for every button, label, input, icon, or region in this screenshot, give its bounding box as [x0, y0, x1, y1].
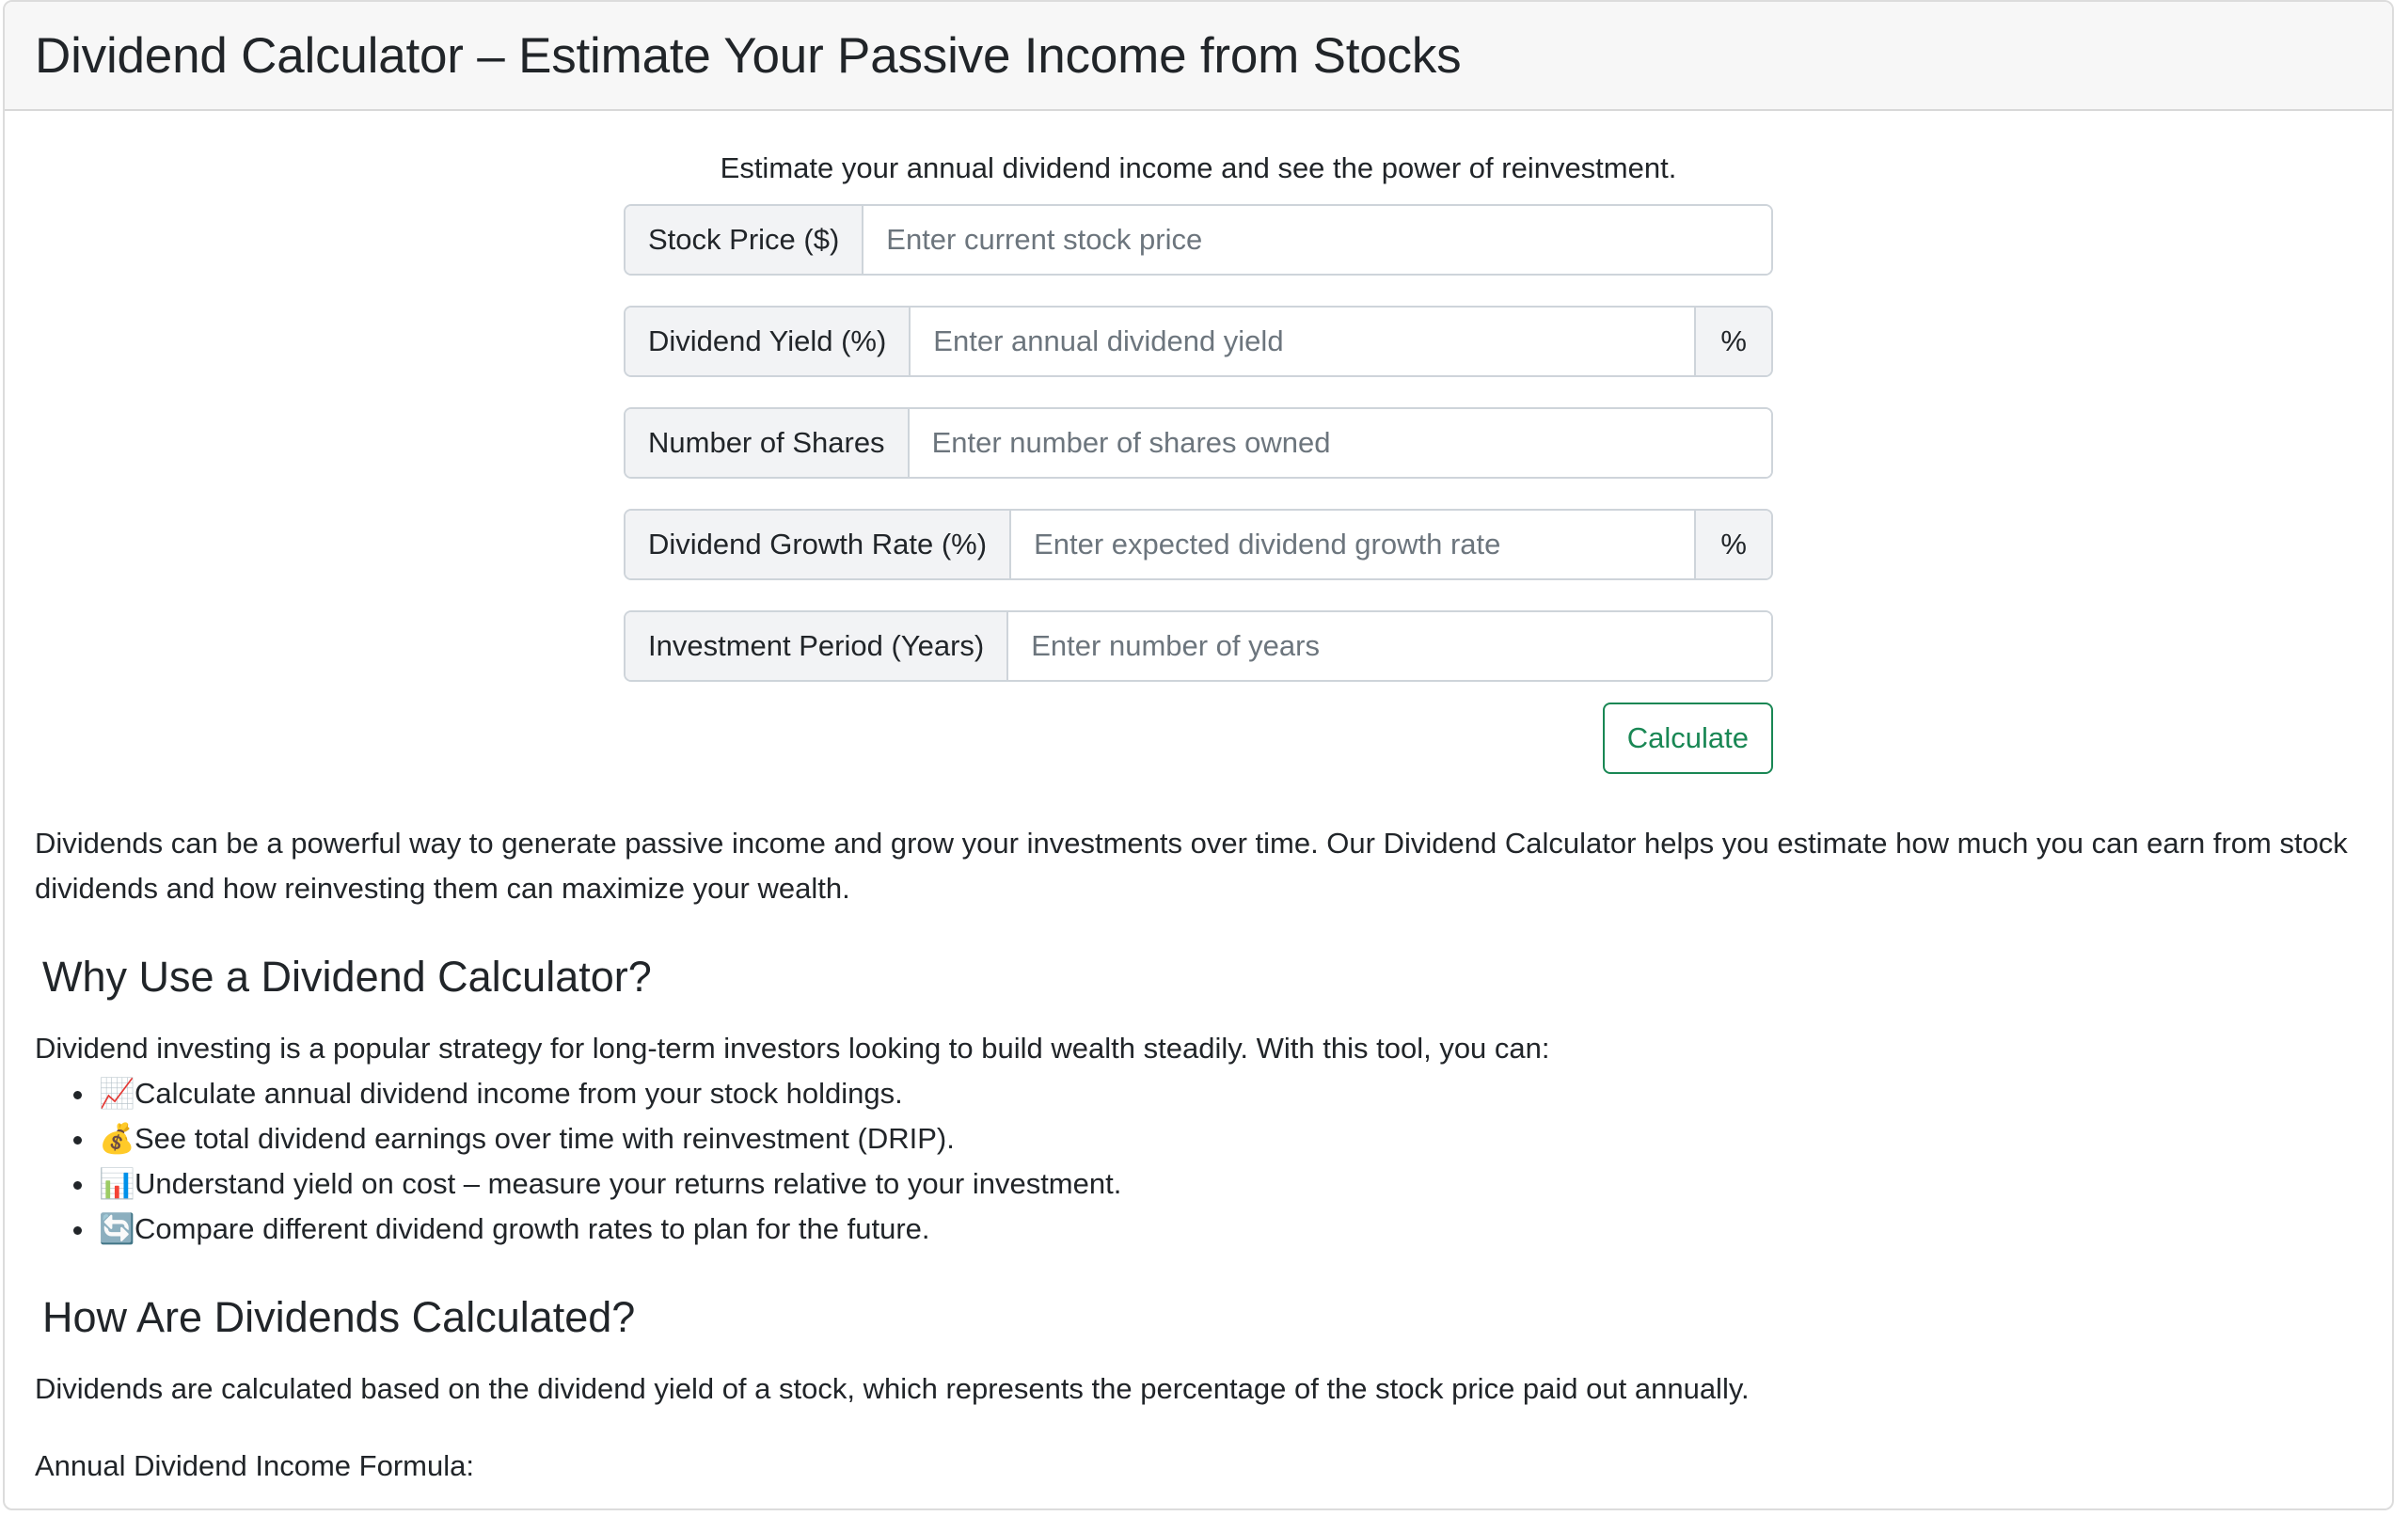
shares-label: Number of Shares: [626, 409, 910, 478]
intro-text: Estimate your annual dividend income and…: [720, 151, 1677, 184]
dividend-yield-percent-suffix: %: [1694, 308, 1771, 376]
repeat-arrows-icon: 🔄: [99, 1212, 135, 1247]
list-item: 💰See total dividend earnings over time w…: [97, 1116, 2362, 1161]
formula-label: Annual Dividend Income Formula:: [35, 1449, 474, 1483]
features-list: 📈Calculate annual dividend income from y…: [35, 1071, 2362, 1252]
how-paragraph: Dividends are calculated based on the di…: [35, 1372, 1750, 1406]
period-group: Investment Period (Years): [624, 610, 1773, 683]
bar-chart-icon: 📊: [99, 1167, 135, 1202]
feature-text: Compare different dividend growth rates …: [135, 1212, 930, 1246]
card-header: Dividend Calculator – Estimate Your Pass…: [5, 2, 2392, 111]
shares-input[interactable]: [909, 409, 1771, 478]
stock-price-group: Stock Price ($): [624, 204, 1773, 276]
dividend-yield-input[interactable]: [911, 308, 1695, 376]
period-input[interactable]: [1008, 612, 1771, 681]
list-item: 📊Understand yield on cost – measure your…: [97, 1161, 2362, 1207]
chart-increasing-icon: 📈: [99, 1077, 135, 1112]
stock-price-input[interactable]: [863, 206, 1771, 275]
card-body: Estimate your annual dividend income and…: [5, 111, 2392, 1489]
why-intro-paragraph: Dividend investing is a popular strategy…: [35, 1032, 1550, 1066]
feature-text: Understand yield on cost – measure your …: [135, 1167, 1122, 1201]
button-row: Calculate: [624, 703, 1773, 775]
dividend-yield-group: Dividend Yield (%) %: [624, 306, 1773, 378]
period-label: Investment Period (Years): [626, 612, 1009, 681]
growth-rate-percent-suffix: %: [1694, 511, 1771, 579]
shares-group: Number of Shares: [624, 407, 1773, 480]
money-bag-icon: 💰: [99, 1122, 135, 1157]
growth-rate-label: Dividend Growth Rate (%): [626, 511, 1012, 579]
calculate-button[interactable]: Calculate: [1602, 703, 1773, 775]
description-paragraph: Dividends can be a powerful way to gener…: [35, 827, 2348, 906]
feature-text: See total dividend earnings over time wi…: [135, 1122, 955, 1156]
feature-text: Calculate annual dividend income from yo…: [135, 1077, 903, 1111]
why-heading: Why Use a Dividend Calculator?: [42, 953, 652, 1002]
growth-rate-input[interactable]: [1011, 511, 1695, 579]
list-item: 📈Calculate annual dividend income from y…: [97, 1071, 2362, 1116]
how-heading: How Are Dividends Calculated?: [42, 1293, 636, 1342]
page-title: Dividend Calculator – Estimate Your Pass…: [35, 27, 1462, 84]
stock-price-label: Stock Price ($): [626, 206, 864, 275]
calculator-card: Dividend Calculator – Estimate Your Pass…: [3, 0, 2394, 1510]
growth-rate-group: Dividend Growth Rate (%) %: [624, 509, 1773, 581]
dividend-yield-label: Dividend Yield (%): [626, 308, 911, 376]
dividend-form: Stock Price ($) Dividend Yield (%) % Num…: [624, 204, 1773, 775]
list-item: 🔄Compare different dividend growth rates…: [97, 1207, 2362, 1252]
